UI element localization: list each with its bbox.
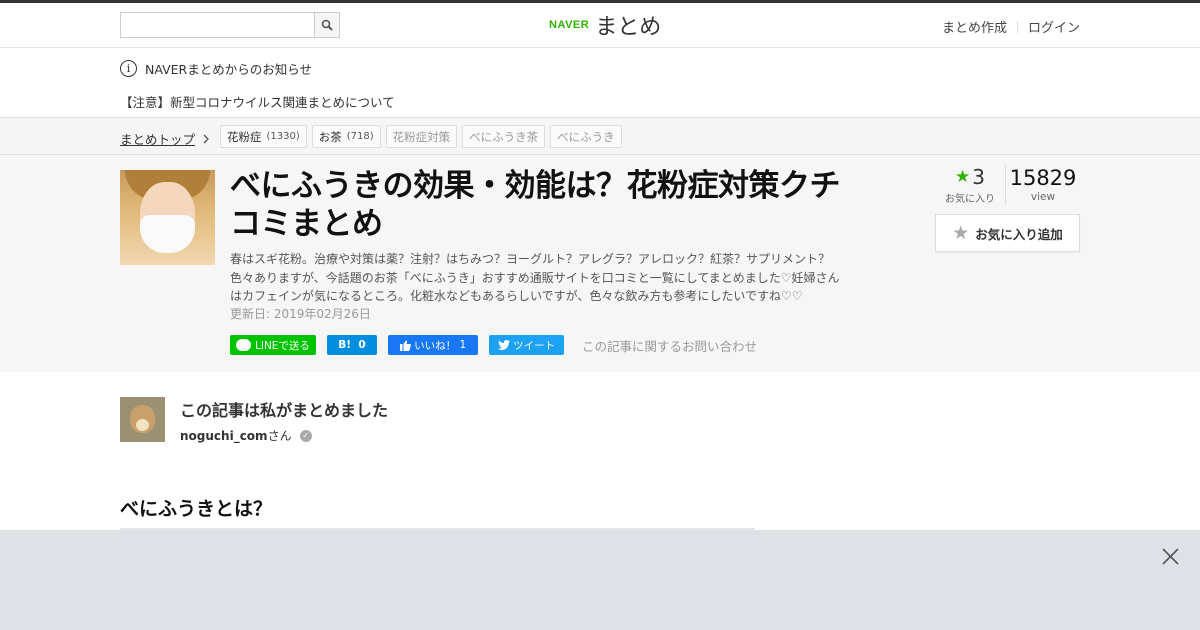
search-input[interactable] bbox=[121, 13, 314, 37]
tag-ocha[interactable]: お茶 (718) bbox=[311, 125, 381, 148]
nav-divider bbox=[1016, 20, 1018, 33]
add-favorite-label: お気に入り追加 bbox=[975, 226, 1063, 242]
views-count: 15829 bbox=[1009, 166, 1077, 190]
ad-overlay bbox=[0, 530, 1200, 630]
tag-count: (1330) bbox=[266, 131, 300, 142]
verified-check-icon: ✓ bbox=[299, 429, 312, 442]
favorites-stat: ★ 3 お気に入り bbox=[935, 165, 1006, 205]
notice-title: i NAVERまとめからのお知らせ bbox=[120, 59, 312, 78]
favorites-count: 3 bbox=[972, 165, 985, 189]
author-name-link[interactable]: noguchi_com bbox=[180, 429, 268, 443]
star-icon: ★ bbox=[955, 167, 971, 187]
star-outline-icon: ★ bbox=[952, 222, 970, 244]
author-heading: この記事は私がまとめました bbox=[180, 401, 389, 420]
facebook-like-button[interactable]: いいね！ 1 bbox=[387, 335, 478, 355]
site-header: NAVER まとめ まとめ作成 ログイン bbox=[0, 3, 1200, 48]
hatena-bookmark-button[interactable]: B! 0 bbox=[326, 335, 377, 355]
tweet-label: ツイート bbox=[513, 339, 556, 352]
search-box bbox=[120, 12, 340, 38]
tag-list: 花粉症 (1330) お茶 (718) 花粉症対策 べにふうき茶 べにふうき bbox=[220, 125, 622, 148]
breadcrumb-top-link[interactable]: まとめトップ bbox=[120, 129, 211, 148]
thumbnail-mask bbox=[140, 215, 195, 253]
notice-title-text: NAVERまとめからのお知らせ bbox=[145, 62, 312, 77]
favorites-number: ★ 3 bbox=[935, 165, 1005, 189]
avatar-bear-belly bbox=[136, 419, 149, 431]
tag-count: (718) bbox=[346, 131, 374, 142]
like-count: 1 bbox=[459, 339, 467, 351]
add-favorite-button[interactable]: ★ お気に入り追加 bbox=[935, 214, 1080, 252]
views-stat: 15829 view bbox=[1006, 165, 1080, 205]
share-bar: LINEで送る B! 0 いいね！ 1 ツイート この記事に関するお問い合わせ bbox=[230, 335, 757, 355]
like-label: いいね！ bbox=[414, 339, 457, 352]
tag-benifuuki[interactable]: べにふうき bbox=[550, 125, 622, 148]
author-name-suffix: さん bbox=[267, 429, 292, 443]
author-box: この記事は私がまとめました noguchi_com さん ✓ bbox=[0, 372, 1200, 482]
breadcrumb-top-label: まとめトップ bbox=[120, 132, 196, 147]
hatena-count: 0 bbox=[358, 339, 366, 351]
chevron-right-icon bbox=[203, 134, 209, 143]
tag-kafunsho[interactable]: 花粉症 (1330) bbox=[220, 125, 307, 148]
hatena-label: B! bbox=[338, 339, 352, 351]
article-header: べにふうきの効果・効能は？花粉症対策クチコミまとめ 春はスギ花粉。治療や対策は薬… bbox=[0, 155, 1200, 372]
article-title: べにふうきの効果・効能は？花粉症対策クチコミまとめ bbox=[230, 168, 841, 242]
inquiry-link[interactable]: この記事に関するお問い合わせ bbox=[582, 336, 757, 355]
site-logo[interactable]: NAVER まとめ bbox=[549, 11, 662, 40]
tag-label: べにふうき bbox=[557, 129, 615, 144]
login-link[interactable]: ログイン bbox=[1028, 17, 1080, 36]
section-heading: べにふうきとは？ bbox=[120, 494, 755, 530]
close-icon[interactable] bbox=[1161, 547, 1180, 566]
line-share-label: LINEで送る bbox=[255, 339, 310, 352]
author-name-row: noguchi_com さん ✓ bbox=[180, 427, 312, 444]
favorites-label: お気に入り bbox=[945, 194, 995, 205]
tag-label: 花粉症 bbox=[227, 129, 262, 144]
tag-label: 花粉症対策 bbox=[392, 129, 451, 144]
tag-benifuuki-cha[interactable]: べにふうき茶 bbox=[462, 125, 546, 148]
line-icon bbox=[236, 339, 251, 351]
search-icon bbox=[321, 19, 333, 31]
line-share-button[interactable]: LINEで送る bbox=[230, 335, 316, 355]
twitter-bird-icon bbox=[497, 340, 510, 350]
avatar[interactable] bbox=[120, 397, 165, 442]
tag-label: お茶 bbox=[318, 129, 342, 144]
updated-date: 更新日: 2019年02月26日 bbox=[230, 307, 371, 321]
tag-label: べにふうき茶 bbox=[469, 129, 539, 144]
tag-kafunsho-taisaku[interactable]: 花粉症対策 bbox=[385, 125, 458, 148]
breadcrumb: まとめトップ 花粉症 (1330) お茶 (718) 花粉症対策 べにふうき茶 … bbox=[0, 118, 1200, 155]
article-description: 春はスギ花粉。治療や対策は薬？注射？はちみつ？ヨーグルト？アレグラ？アレロック？… bbox=[230, 252, 840, 303]
header-nav: まとめ作成 ログイン bbox=[942, 17, 1080, 36]
article-thumbnail bbox=[120, 170, 215, 265]
views-label: view bbox=[1030, 191, 1056, 203]
tweet-button[interactable]: ツイート bbox=[488, 335, 564, 355]
article-stats: ★ 3 お気に入り 15829 view bbox=[935, 165, 1080, 205]
logo-brand: NAVER bbox=[549, 19, 590, 31]
notice-link[interactable]: 【注意】新型コロナウイルス関連まとめについて bbox=[120, 92, 395, 111]
thumbs-up-icon bbox=[399, 340, 411, 351]
info-icon: i bbox=[120, 60, 137, 77]
notice-area: i NAVERまとめからのお知らせ 【注意】新型コロナウイルス関連まとめについて bbox=[0, 48, 1200, 118]
search-button[interactable] bbox=[314, 13, 339, 37]
logo-name: まとめ bbox=[595, 15, 662, 40]
create-matome-link[interactable]: まとめ作成 bbox=[942, 17, 1007, 36]
